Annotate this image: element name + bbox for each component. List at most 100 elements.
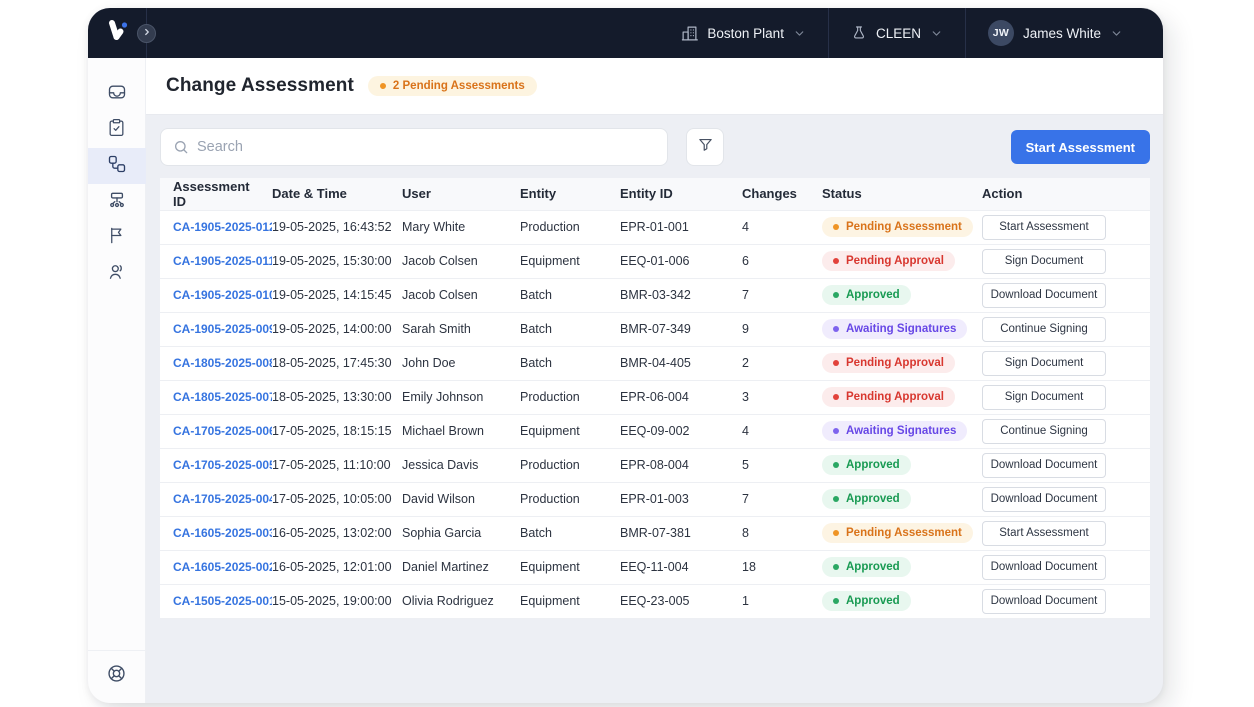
clipboard-check-icon <box>107 118 126 142</box>
row-action-button[interactable]: Continue Signing <box>982 317 1106 342</box>
plant-selector[interactable]: Boston Plant <box>659 8 828 58</box>
cell-user: Jacob Colsen <box>402 244 520 278</box>
search-icon <box>173 139 189 155</box>
table-row: CA-1705-2025-004 17-05-2025, 10:05:00 Da… <box>160 482 1150 516</box>
cell-entity-id: BMR-07-381 <box>620 516 742 550</box>
assessment-id-link[interactable]: CA-1705-2025-004 <box>173 492 272 506</box>
cell-entity-id: EPR-01-001 <box>620 210 742 244</box>
chevron-down-icon <box>793 27 806 40</box>
assessment-table: Assessment IDDate & TimeUserEntityEntity… <box>160 178 1150 619</box>
assessment-id-link[interactable]: CA-1905-2025-009 <box>173 322 272 336</box>
cell-changes: 7 <box>742 482 822 516</box>
sidebar-item-flags[interactable] <box>88 220 146 256</box>
assessment-id-link[interactable]: CA-1905-2025-012 <box>173 220 272 234</box>
cell-user: Daniel Martinez <box>402 550 520 584</box>
row-action-button[interactable]: Download Document <box>982 555 1106 580</box>
flask-icon <box>851 25 867 41</box>
cell-datetime: 15-05-2025, 19:00:00 <box>272 584 402 618</box>
cell-user: John Doe <box>402 346 520 380</box>
cell-datetime: 19-05-2025, 14:15:45 <box>272 278 402 312</box>
row-action-button[interactable]: Start Assessment <box>982 215 1106 240</box>
cell-entity: Production <box>520 482 620 516</box>
assessment-id-link[interactable]: CA-1705-2025-005 <box>173 458 272 472</box>
cell-datetime: 18-05-2025, 17:45:30 <box>272 346 402 380</box>
main-area: Change Assessment 2 Pending Assessments <box>146 58 1163 703</box>
cell-changes: 4 <box>742 210 822 244</box>
cell-changes: 8 <box>742 516 822 550</box>
assessment-id-link[interactable]: CA-1705-2025-006 <box>173 424 272 438</box>
cell-datetime: 17-05-2025, 11:10:00 <box>272 448 402 482</box>
cell-changes: 1 <box>742 584 822 618</box>
assessment-table-body: CA-1905-2025-012 19-05-2025, 16:43:52 Ma… <box>160 210 1150 618</box>
sidebar-item-users[interactable] <box>88 256 146 292</box>
cell-user: Michael Brown <box>402 414 520 448</box>
table-row: CA-1605-2025-002 16-05-2025, 12:01:00 Da… <box>160 550 1150 584</box>
cell-datetime: 16-05-2025, 12:01:00 <box>272 550 402 584</box>
row-action-button[interactable]: Start Assessment <box>982 521 1106 546</box>
cell-user: Emily Johnson <box>402 380 520 414</box>
start-assessment-button[interactable]: Start Assessment <box>1011 130 1150 164</box>
status-label: Awaiting Signatures <box>846 425 956 437</box>
status-label: Pending Assessment <box>846 221 962 233</box>
cell-entity-id: EEQ-23-005 <box>620 584 742 618</box>
row-action-button[interactable]: Sign Document <box>982 249 1106 274</box>
filter-button[interactable] <box>686 128 724 166</box>
cell-datetime: 18-05-2025, 13:30:00 <box>272 380 402 414</box>
status-dot-icon <box>833 428 839 434</box>
chevron-down-icon <box>930 27 943 40</box>
assessment-id-link[interactable]: CA-1905-2025-010 <box>173 288 272 302</box>
pending-assessments-badge: 2 Pending Assessments <box>368 76 537 96</box>
cell-user: Jessica Davis <box>402 448 520 482</box>
status-badge: Pending Approval <box>822 353 955 373</box>
status-label: Pending Assessment <box>846 527 962 539</box>
row-action-button[interactable]: Download Document <box>982 453 1106 478</box>
column-header-date-time: Date & Time <box>272 178 402 210</box>
table-row: CA-1905-2025-009 19-05-2025, 14:00:00 Sa… <box>160 312 1150 346</box>
funnel-icon <box>697 136 714 158</box>
sidebar-item-tasks[interactable] <box>88 112 146 148</box>
assessment-id-link[interactable]: CA-1905-2025-011 <box>173 254 272 268</box>
sidebar-collapse-button[interactable] <box>137 24 156 43</box>
table-row: CA-1905-2025-011 19-05-2025, 15:30:00 Ja… <box>160 244 1150 278</box>
page-header: Change Assessment 2 Pending Assessments <box>146 58 1163 115</box>
status-label: Approved <box>846 493 900 505</box>
sidebar-item-help[interactable] <box>88 650 146 703</box>
assessment-id-link[interactable]: CA-1605-2025-003 <box>173 526 272 540</box>
status-label: Approved <box>846 289 900 301</box>
chevron-down-icon <box>1110 27 1123 40</box>
sidebar-item-equipment[interactable] <box>88 184 146 220</box>
cell-datetime: 19-05-2025, 15:30:00 <box>272 244 402 278</box>
plant-selector-label: Boston Plant <box>707 26 784 41</box>
row-action-button[interactable]: Download Document <box>982 589 1106 614</box>
search-input[interactable] <box>197 139 655 155</box>
product-selector-label: CLEEN <box>876 26 921 41</box>
product-selector[interactable]: CLEEN <box>829 8 965 58</box>
row-action-button[interactable]: Download Document <box>982 487 1106 512</box>
status-label: Approved <box>846 561 900 573</box>
assessment-id-link[interactable]: CA-1505-2025-001 <box>173 594 272 608</box>
assessment-id-link[interactable]: CA-1605-2025-002 <box>173 560 272 574</box>
building-icon <box>681 25 698 42</box>
assessment-id-link[interactable]: CA-1805-2025-008 <box>173 356 272 370</box>
table-row: CA-1705-2025-006 17-05-2025, 18:15:15 Mi… <box>160 414 1150 448</box>
cell-changes: 2 <box>742 346 822 380</box>
row-action-button[interactable]: Sign Document <box>982 385 1106 410</box>
status-badge: Approved <box>822 489 911 509</box>
status-badge: Awaiting Signatures <box>822 319 967 339</box>
cell-changes: 5 <box>742 448 822 482</box>
status-badge: Pending Approval <box>822 387 955 407</box>
row-action-button[interactable]: Continue Signing <box>982 419 1106 444</box>
cell-changes: 3 <box>742 380 822 414</box>
user-menu[interactable]: JW James White <box>966 8 1145 58</box>
sidebar-item-inbox[interactable] <box>88 76 146 112</box>
row-action-button[interactable]: Sign Document <box>982 351 1106 376</box>
assessment-id-link[interactable]: CA-1805-2025-007 <box>173 390 272 404</box>
sidebar-item-change-assessment[interactable] <box>88 148 146 184</box>
status-badge: Pending Approval <box>822 251 955 271</box>
status-badge: Awaiting Signatures <box>822 421 967 441</box>
row-action-button[interactable]: Download Document <box>982 283 1106 308</box>
cell-user: Mary White <box>402 210 520 244</box>
table-row: CA-1705-2025-005 17-05-2025, 11:10:00 Je… <box>160 448 1150 482</box>
column-header-action: Action <box>982 178 1150 210</box>
cell-datetime: 19-05-2025, 14:00:00 <box>272 312 402 346</box>
